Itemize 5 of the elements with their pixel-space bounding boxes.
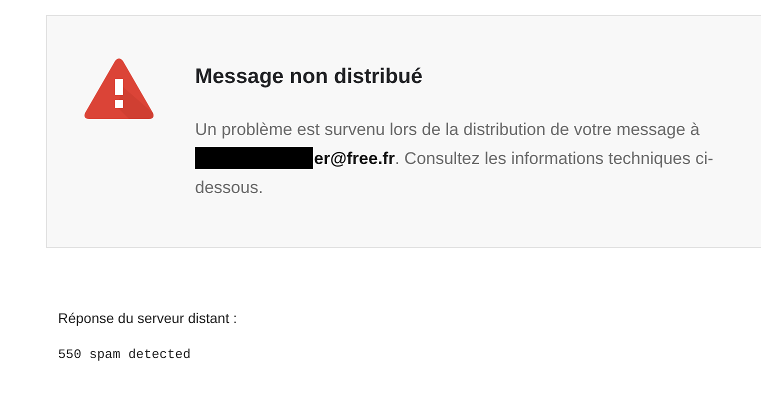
notice-message: Un problème est survenu lors de la distribution de votre message à er@free.fr. Consultez les informations techniques ci-dessous. xyxy=(195,119,714,199)
server-response-label: Réponse du serveur distant : xyxy=(58,310,238,326)
notice-title: Message non distribué xyxy=(195,65,424,89)
server-response-text: 550 spam detected xyxy=(58,347,192,362)
warning-icon xyxy=(83,57,155,121)
